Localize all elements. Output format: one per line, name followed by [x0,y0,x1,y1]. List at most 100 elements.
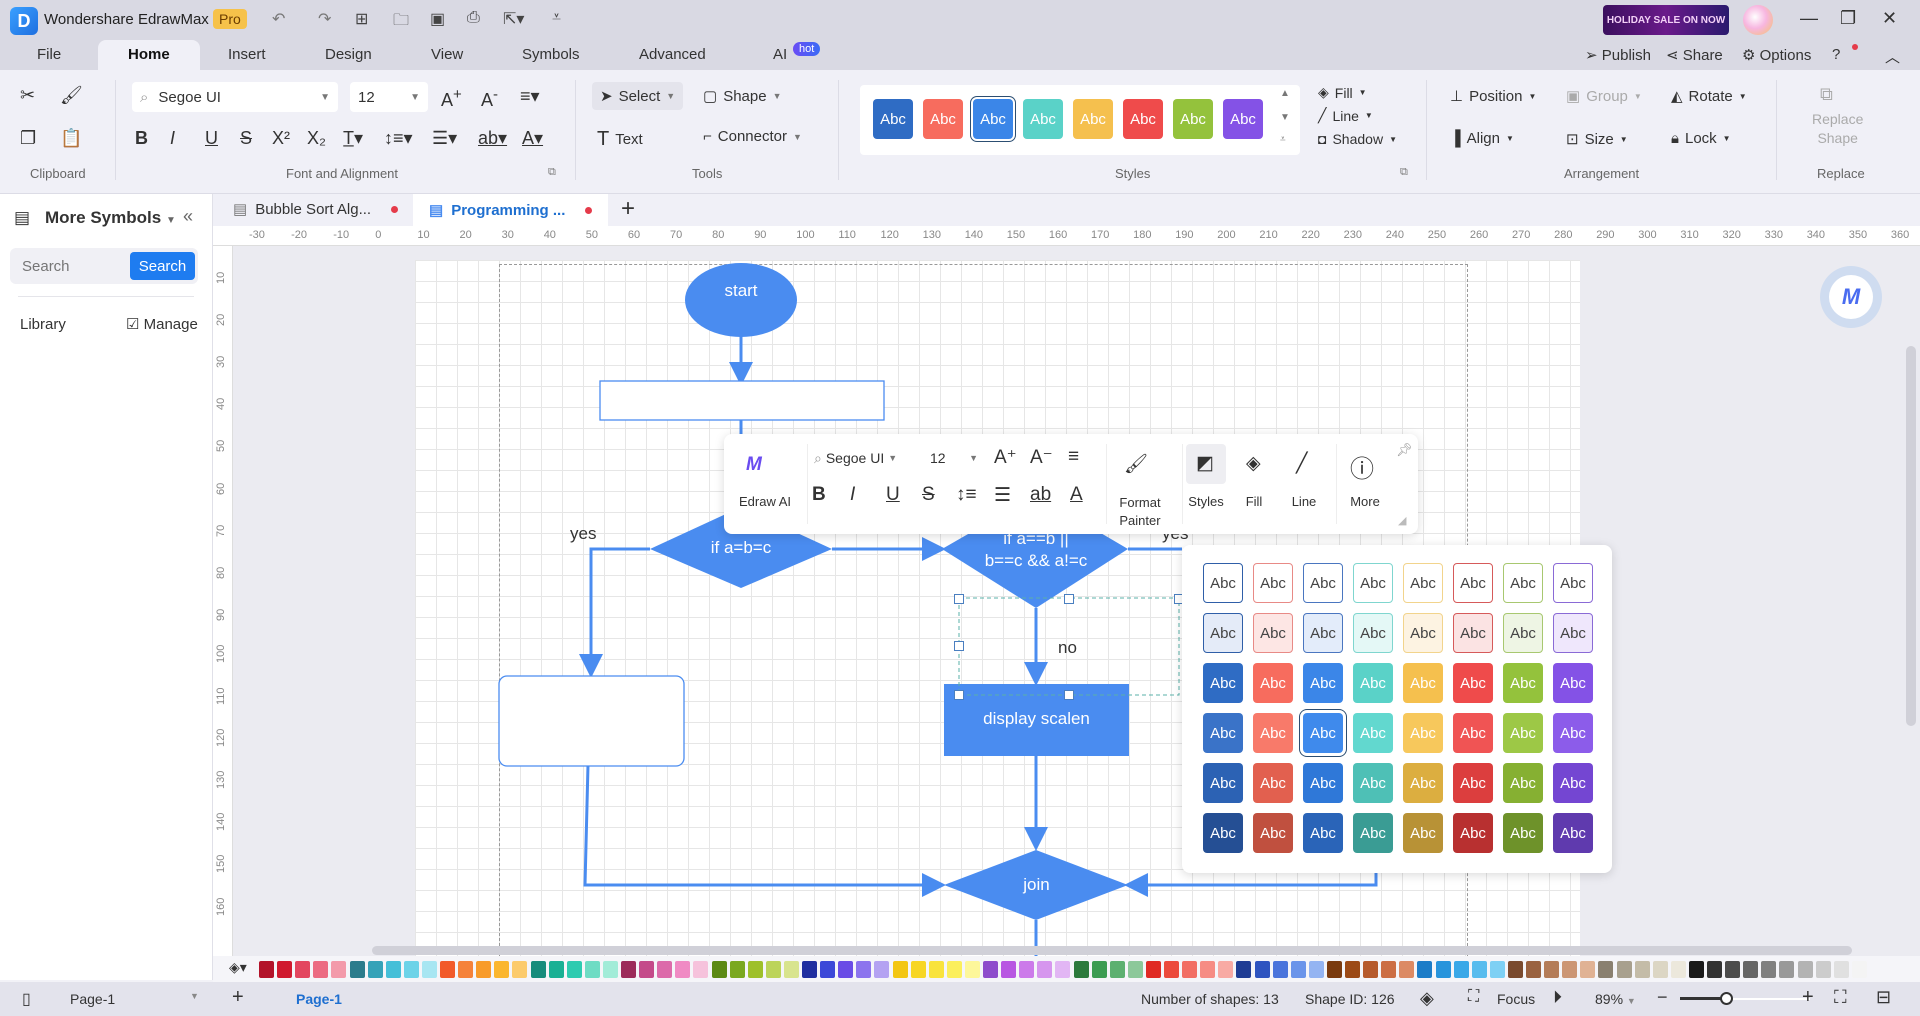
style-option[interactable]: Abc [1353,563,1393,603]
color-swatch[interactable] [621,961,636,978]
style-option[interactable]: Abc [1553,713,1593,753]
bold-icon[interactable]: B [812,484,826,506]
styles-icon[interactable]: ◩ [1196,452,1214,475]
color-swatch[interactable] [1345,961,1360,978]
resize-handle[interactable] [954,690,964,700]
color-swatch[interactable] [1001,961,1017,978]
color-swatch[interactable] [747,961,763,978]
color-swatch[interactable] [602,961,618,978]
color-swatch[interactable] [385,961,401,978]
color-swatch[interactable] [367,961,383,978]
color-swatch[interactable] [1797,961,1813,978]
color-swatch[interactable] [1037,961,1053,978]
color-swatch[interactable] [1833,961,1849,978]
process-shape-empty[interactable] [599,380,885,421]
zoom-slider-handle[interactable] [1719,992,1733,1005]
color-swatch[interactable] [1616,961,1632,978]
color-swatch[interactable] [1489,961,1505,978]
focus-button[interactable]: Focus [1497,991,1535,1007]
styles-button[interactable]: Styles [1182,494,1230,509]
style-option[interactable]: Abc [1403,613,1443,653]
color-swatch[interactable] [675,961,691,978]
color-swatch[interactable] [403,961,419,978]
zoom-in-icon[interactable]: + [1802,986,1814,1009]
float-font-select[interactable]: ⌕ Segoe UI ▼ [810,444,920,472]
italic-icon[interactable]: I [850,484,855,506]
play-icon[interactable]: ⏵ [1553,987,1562,1008]
color-swatch[interactable] [983,961,998,978]
style-option[interactable]: Abc [1553,563,1593,603]
style-option[interactable]: Abc [1303,763,1343,803]
style-option[interactable]: Abc [1503,613,1543,653]
increase-font-icon[interactable]: A⁺ [994,446,1017,469]
page-tab[interactable]: Page-1 [296,991,342,1007]
color-swatch[interactable] [1272,961,1288,978]
color-swatch[interactable] [1127,961,1143,978]
style-option[interactable]: Abc [1503,663,1543,703]
color-swatch[interactable] [838,961,854,978]
color-swatch[interactable] [1164,961,1179,978]
color-swatch[interactable] [1308,961,1324,978]
style-option[interactable]: Abc [1503,813,1543,853]
color-swatch[interactable] [1417,961,1433,978]
style-option[interactable]: Abc [1303,713,1343,753]
color-swatch[interactable] [892,961,908,978]
style-option[interactable]: Abc [1203,713,1243,753]
color-swatch[interactable] [440,961,455,978]
style-option[interactable]: Abc [1403,813,1443,853]
color-swatch[interactable] [1743,961,1759,978]
style-option[interactable]: Abc [1503,763,1543,803]
color-swatch[interactable] [1544,961,1560,978]
color-swatch[interactable] [259,961,274,978]
color-swatch[interactable] [1707,961,1722,978]
add-page-icon[interactable]: + [232,986,244,1009]
color-swatch[interactable] [1218,961,1234,978]
zoom-level[interactable]: 89% ▼ [1595,991,1636,1007]
edraw-ai-button[interactable]: Edraw AI [729,494,801,509]
color-swatch[interactable] [1073,961,1089,978]
color-swatch[interactable] [313,961,329,978]
color-swatch[interactable] [1091,961,1107,978]
more-button[interactable]: More [1340,494,1390,509]
style-option[interactable]: Abc [1203,613,1243,653]
zoom-out-icon[interactable]: − [1657,987,1668,1008]
fill-bucket-icon[interactable]: ◈ [1246,452,1261,475]
color-swatch[interactable] [1236,961,1252,978]
color-swatch[interactable] [530,961,546,978]
color-swatch[interactable] [1453,961,1469,978]
style-option[interactable]: Abc [1453,763,1493,803]
line-spacing-icon[interactable]: ↕≡ [956,484,977,506]
color-swatch[interactable] [639,961,655,978]
style-option[interactable]: Abc [1553,763,1593,803]
color-swatch[interactable] [1815,961,1831,978]
fill-color-picker-icon[interactable]: ◈▾ [229,959,247,976]
color-swatch[interactable] [1779,961,1795,978]
style-option[interactable]: Abc [1253,763,1293,803]
pin-icon[interactable]: 📌︎ [1396,442,1413,458]
style-option[interactable]: Abc [1353,763,1393,803]
style-option[interactable]: Abc [1453,613,1493,653]
style-option[interactable]: Abc [1253,563,1293,603]
color-swatch[interactable] [548,961,564,978]
page-panel-icon[interactable]: ▯ [22,989,31,1009]
color-swatch[interactable] [1507,961,1523,978]
fullscreen-icon[interactable]: ⛶ [1834,987,1847,1008]
style-option[interactable]: Abc [1503,563,1543,603]
color-swatch[interactable] [1109,961,1125,978]
float-size-select[interactable]: 12 ▼ [924,444,984,472]
color-swatch[interactable] [1326,961,1342,978]
color-swatch[interactable] [349,961,365,978]
color-swatch[interactable] [1580,961,1596,978]
color-swatch[interactable] [476,961,492,978]
fit-width-icon[interactable]: ⊟ [1876,987,1891,1008]
color-swatch[interactable] [820,961,836,978]
more-options-icon[interactable]: ⓘ [1350,449,1374,484]
connector-line[interactable] [583,764,946,897]
color-swatch[interactable] [856,961,872,978]
color-swatch[interactable] [1019,961,1035,978]
color-swatch[interactable] [711,961,727,978]
color-swatch[interactable] [693,961,709,978]
color-swatch[interactable] [1182,961,1198,978]
pen-icon[interactable]: ╱ [1296,452,1307,475]
style-option[interactable]: Abc [1303,563,1343,603]
